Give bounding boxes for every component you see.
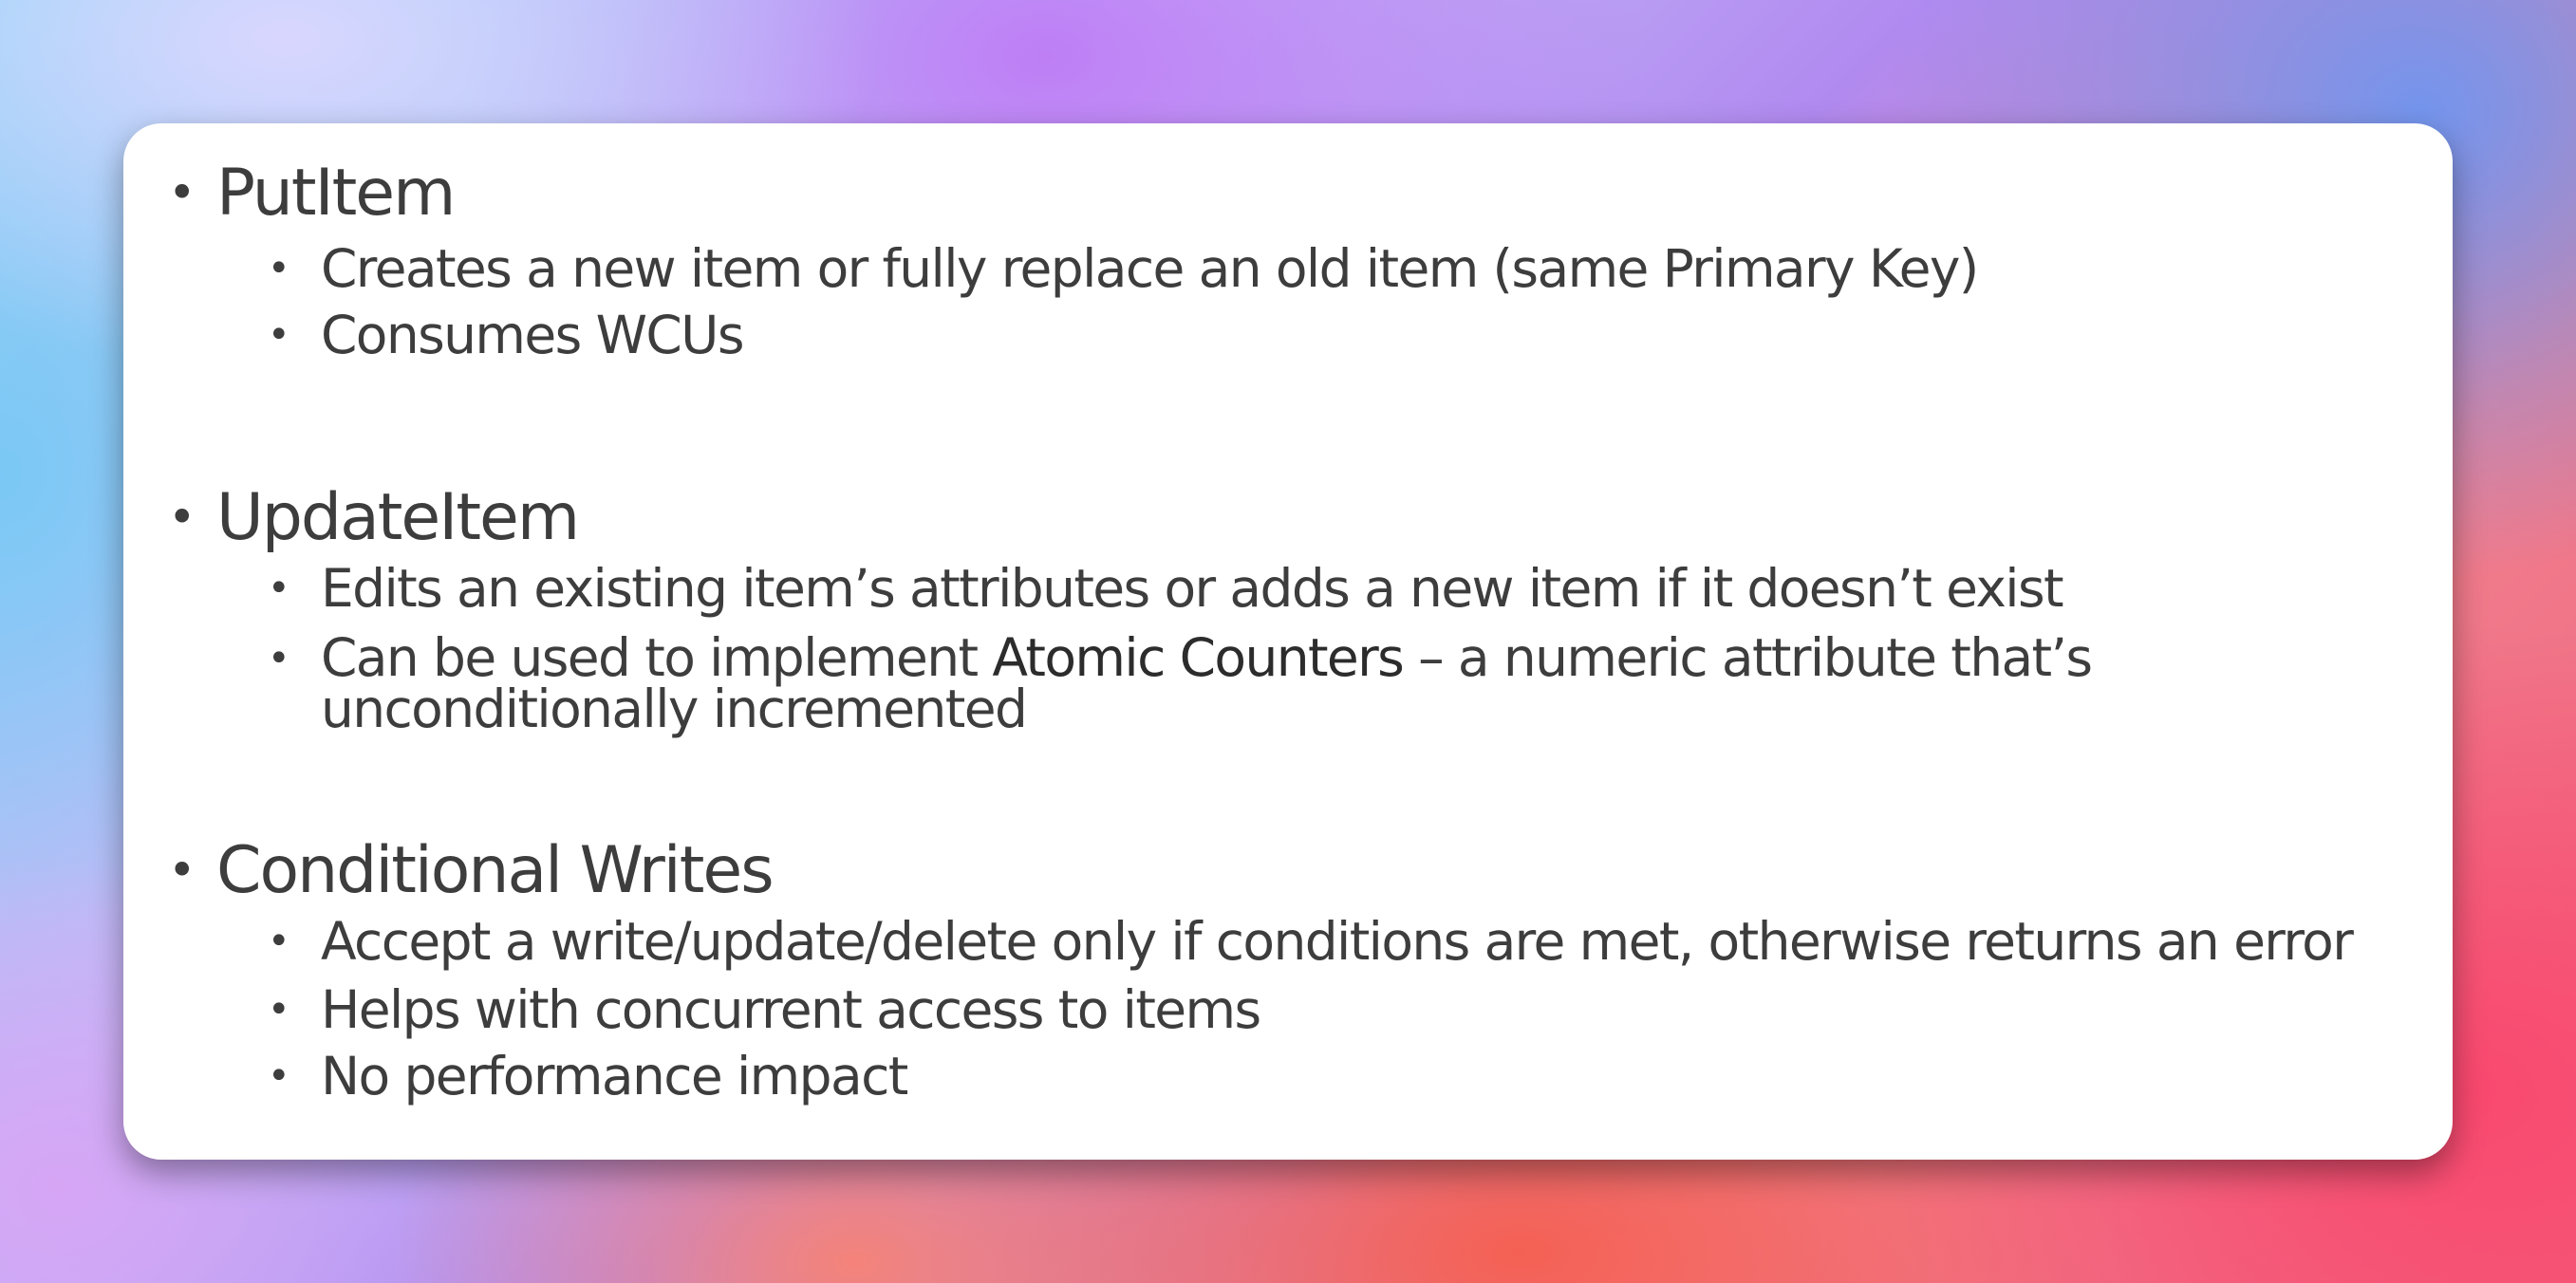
section-heading: PutItem <box>216 155 456 231</box>
bullet-icon: • <box>268 313 290 357</box>
bullet-icon: • <box>268 247 290 290</box>
bullet-icon: • <box>268 637 290 680</box>
list-item-text: Edits an existing item’s attributes or a… <box>321 558 2064 619</box>
atomic-counters-term: Atomic Counters <box>992 627 1405 688</box>
bullet-icon: • <box>168 165 196 220</box>
bullet-icon: • <box>268 567 290 610</box>
slide-card: • PutItem • Creates a new item or fully … <box>123 123 2453 1160</box>
bullet-icon: • <box>168 490 196 545</box>
section-heading: Conditional Writes <box>216 832 775 908</box>
list-item-text: Helps with concurrent access to items <box>321 979 1261 1040</box>
list-item-text: Accept a write/update/delete only if con… <box>321 911 2354 972</box>
bullet-icon: • <box>168 843 196 898</box>
list-item-text: Creates a new item or fully replace an o… <box>321 238 1979 299</box>
section-heading: UpdateItem <box>216 479 580 555</box>
list-item-text: No performance impact <box>321 1046 908 1106</box>
bullet-icon: • <box>268 988 290 1032</box>
list-item-text: Consumes WCUs <box>321 305 744 365</box>
bullet-icon: • <box>268 920 290 963</box>
bullet-icon: • <box>268 1054 290 1098</box>
list-item-text: Can be used to implement Atomic Counters… <box>321 632 2428 735</box>
